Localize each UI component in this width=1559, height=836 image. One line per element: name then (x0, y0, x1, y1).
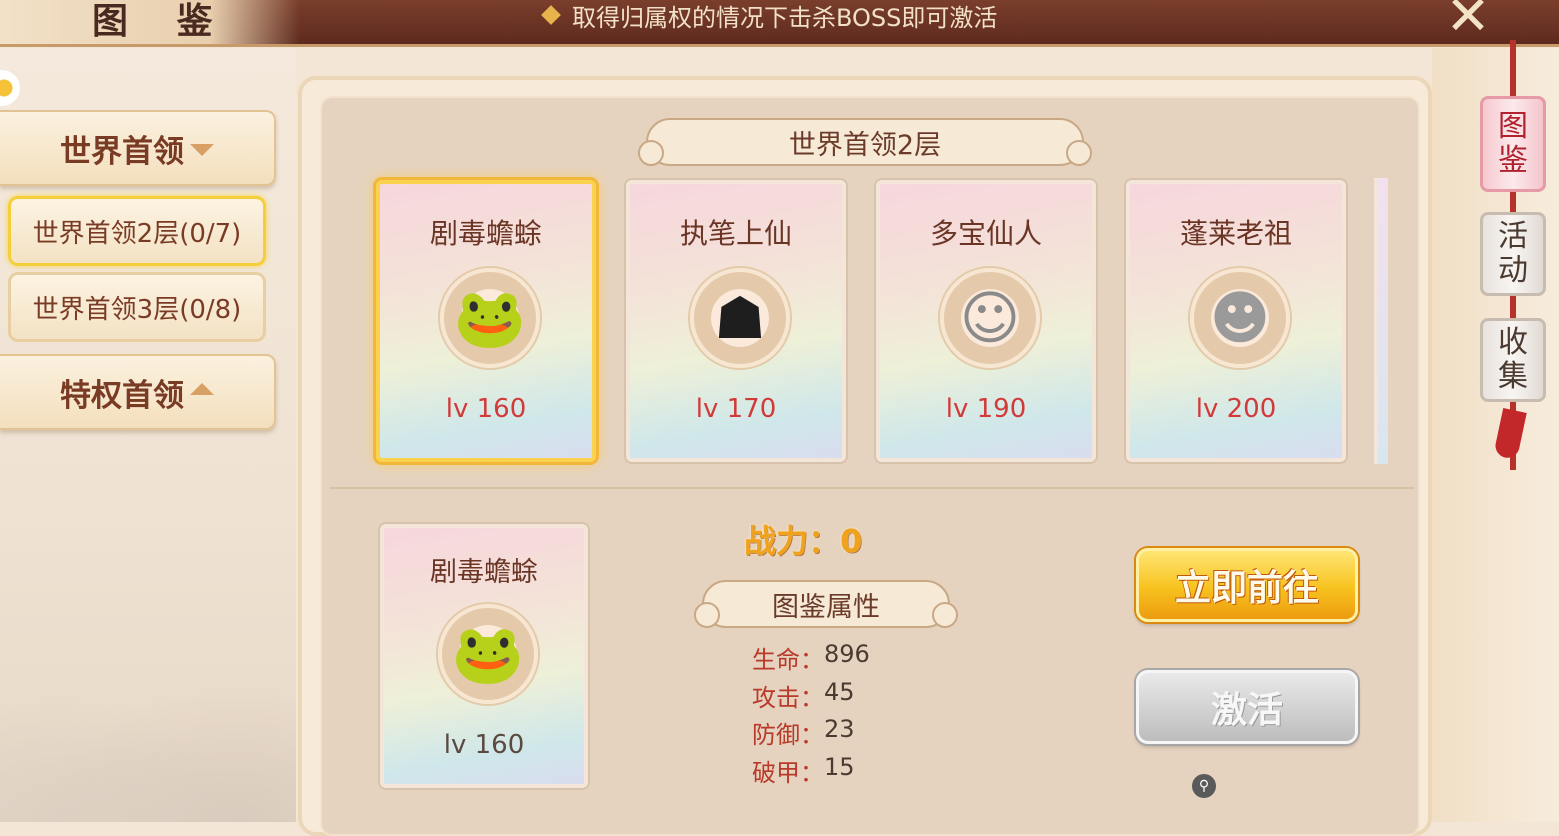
elder-portrait-icon: ☻ (1209, 284, 1271, 352)
boss-level: lv 170 (695, 394, 777, 424)
category-label: 特权首领 (60, 377, 184, 414)
tab-activity[interactable]: 活 动 (1480, 212, 1546, 296)
attribute-list: 生命： 896 攻击： 45 防御： 23 破甲： 15 (752, 640, 870, 790)
category-privilege-boss[interactable]: 特权首领 (0, 354, 276, 430)
chevron-up-icon (190, 383, 214, 395)
sidebar-item-world-boss-2[interactable]: 世界首领2层(0/7) (8, 196, 266, 266)
boss-card-partial[interactable] (1374, 178, 1388, 464)
tab-label: 图 (1498, 109, 1528, 144)
boss-level: lv 200 (1195, 394, 1277, 424)
section-divider (330, 487, 1414, 489)
tab-label: 收 (1498, 325, 1528, 360)
diamond-icon (541, 5, 561, 25)
activation-hint: 取得归属权的情况下击杀BOSS即可激活 (541, 0, 998, 32)
selected-boss-detail-card: 剧毒蟾蜍 🐸 lv 160 (380, 524, 588, 788)
attr-key: 生命： (752, 646, 824, 674)
tab-label: 鉴 (1498, 143, 1528, 178)
boss-portrait: 🐸 (440, 268, 540, 368)
tab-label: 动 (1498, 253, 1528, 288)
immortal-portrait-icon: ☺ (959, 284, 1021, 352)
category-world-boss[interactable]: 世界首领 (0, 110, 276, 186)
section-title: 世界首领2层 (788, 129, 942, 161)
detail-boss-level: lv 160 (443, 730, 525, 760)
attr-value: 896 (824, 640, 870, 668)
top-bar: 图 鉴 取得归属权的情况下击杀BOSS即可激活 ✕ (0, 0, 1559, 47)
page-title: 图 鉴 (92, 1, 231, 42)
attr-row-hp: 生命： 896 (752, 640, 870, 678)
boss-name: 执笔上仙 (679, 217, 792, 250)
boss-card[interactable]: 蓬莱老祖 ☻ lv 200 (1126, 180, 1346, 462)
detail-boss-name: 剧毒蟾蜍 (430, 557, 538, 588)
attr-value: 45 (824, 677, 855, 706)
boss-portrait: ☗ (690, 268, 790, 368)
attr-row-armor-break: 破甲： 15 (752, 753, 870, 791)
boss-card[interactable]: 多宝仙人 ☺ lv 190 (876, 180, 1096, 462)
tab-label: 集 (1498, 359, 1528, 394)
tab-label: 活 (1498, 219, 1528, 254)
attr-row-defense: 防御： 23 (752, 715, 870, 753)
scroll-curl-icon (932, 602, 958, 628)
chevron-down-icon (190, 144, 214, 156)
search-icon[interactable]: ⚲ (1192, 774, 1216, 798)
boss-name: 蓬莱老祖 (1179, 217, 1292, 250)
sidebar-item-world-boss-3[interactable]: 世界首领3层(0/8) (8, 272, 266, 342)
toad-portrait-icon: 🐸 (453, 283, 527, 352)
attr-title-banner: 图鉴属性 (694, 580, 958, 628)
activate-button[interactable]: 激活 (1136, 670, 1358, 744)
category-label: 世界首领 (60, 133, 184, 170)
attr-key: 防御： (752, 721, 824, 749)
boss-portrait: ☻ (1190, 268, 1290, 368)
toad-portrait-icon: 🐸 (451, 619, 525, 688)
scroll-curl-icon (1066, 140, 1092, 166)
boss-portrait: ☺ (940, 268, 1040, 368)
sidebar-item-label: 世界首领2层(0/7) (32, 218, 242, 249)
tab-collection[interactable]: 图 鉴 (1480, 96, 1546, 192)
hint-text: 取得归属权的情况下击杀BOSS即可激活 (572, 3, 998, 32)
boss-card[interactable]: 剧毒蟾蜍 🐸 lv 160 (376, 180, 596, 462)
title-plate: 图 鉴 (0, 0, 300, 44)
attr-key: 攻击： (752, 683, 824, 712)
goto-now-button[interactable]: 立即前往 (1136, 548, 1358, 622)
landscape-art (0, 662, 296, 822)
boss-level: lv 160 (445, 394, 527, 424)
tab-gather[interactable]: 收 集 (1480, 318, 1546, 402)
boss-level: lv 190 (945, 394, 1027, 424)
detail-portrait: 🐸 (438, 604, 538, 704)
attr-title: 图鉴属性 (772, 591, 880, 623)
combat-power: 战力：0 (744, 522, 863, 560)
attr-value: 23 (824, 715, 855, 743)
attr-row-attack: 攻击： 45 (752, 678, 870, 716)
scroll-curl-icon (638, 140, 664, 166)
demon-portrait-icon: ☗ (714, 284, 766, 352)
attr-value: 15 (824, 752, 855, 781)
sidebar-item-label: 世界首领3层(0/8) (32, 294, 242, 325)
close-button[interactable]: ✕ (1440, 0, 1496, 43)
section-title-banner: 世界首领2层 (638, 118, 1092, 166)
scroll-curl-icon (694, 602, 720, 628)
boss-card[interactable]: 执笔上仙 ☗ lv 170 (626, 180, 846, 462)
boss-name: 剧毒蟾蜍 (429, 217, 542, 250)
attr-key: 破甲： (752, 758, 824, 787)
boss-name: 多宝仙人 (929, 217, 1042, 250)
